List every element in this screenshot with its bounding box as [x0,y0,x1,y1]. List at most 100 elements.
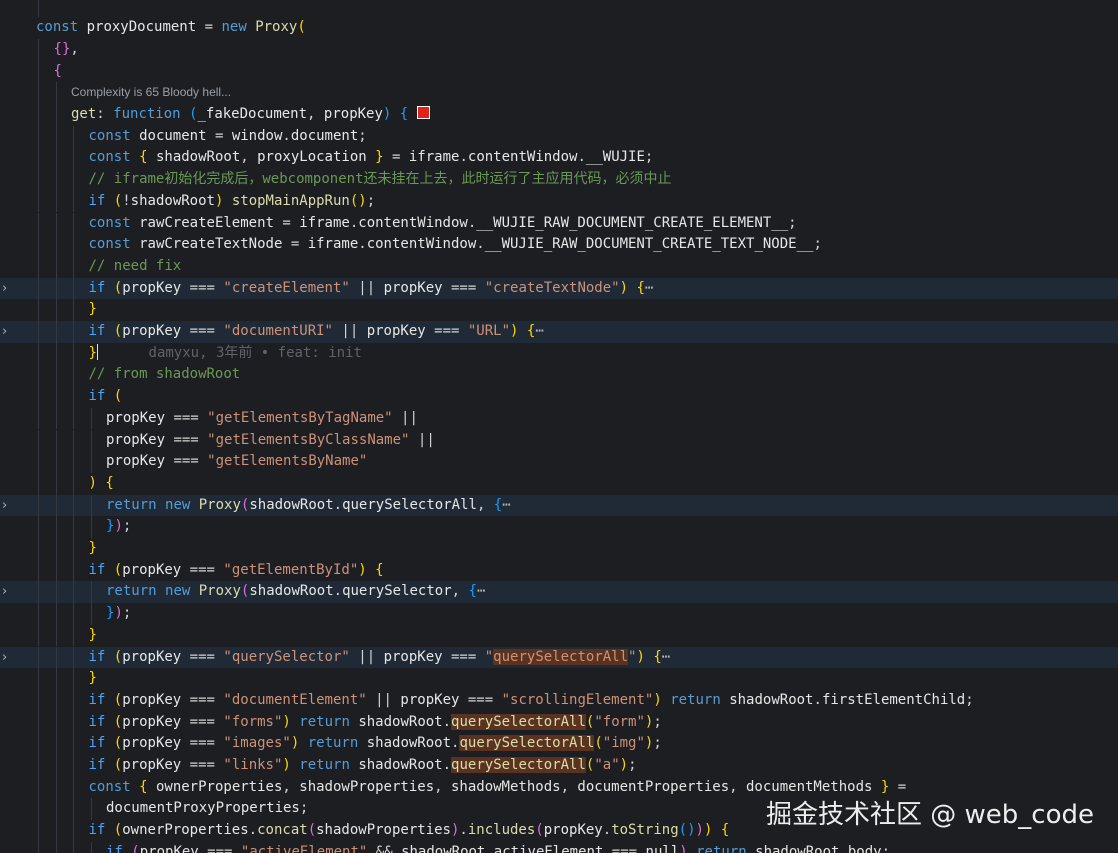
indent-guide [73,668,74,690]
code-line[interactable]: if (propKey === "forms") return shadowRo… [0,711,1118,734]
indent-guide [73,472,74,495]
code-line[interactable]: › return new Proxy(shadowRoot.querySelect… [0,494,1118,517]
indent-guide [73,125,74,148]
code-line[interactable]: if ( [0,386,1118,408]
code-line[interactable]: const rawCreateTextNode = iframe.content… [0,234,1118,256]
code-line[interactable]: // from shadowRoot [0,364,1118,387]
indent-guide [38,841,39,853]
code-line[interactable]: › if (propKey === "createElement" || prop… [0,277,1118,300]
code-line[interactable]: if (propKey === "getElementById") { [0,559,1118,582]
code-line[interactable]: // iframe初始化完成后，webcomponent还未挂在上去，此时运行了… [0,169,1118,191]
code-text: propKey === "getElementsByName" [106,453,368,470]
indent-guide [38,711,39,734]
indent-guide [38,212,39,235]
indent-guide [55,147,57,170]
code-line[interactable]: const document = window.document; [0,125,1118,148]
indent-guide [73,386,74,408]
code-text: if (propKey === "links") return shadowRo… [88,757,637,773]
folded-ellipsis[interactable]: ⋯ [645,280,653,296]
code-text: if ( [88,388,123,405]
indent-guide [55,255,57,278]
code-text: return new Proxy(shadowRoot.querySelecto… [106,496,511,513]
chevron-right-icon[interactable]: › [2,495,14,517]
code-line[interactable]: Complexity is 65 Bloody hell... [0,82,1118,104]
code-line[interactable]: } [0,624,1118,647]
code-text: const rawCreateTextNode = iframe.content… [88,236,822,253]
chevron-right-icon[interactable]: › [2,278,14,300]
code-line[interactable]: propKey === "getElementsByClassName" || [0,429,1118,452]
code-line[interactable]: // need fix [0,255,1118,278]
indent-guide [73,581,74,604]
indent-guide [73,407,74,430]
indent-guide [73,255,74,278]
code-line[interactable] [0,0,1118,18]
code-line[interactable]: › return new Proxy(shadowRoot.querySelect… [0,581,1118,604]
code-text: if (propKey === "activeElement" && shado… [106,843,891,853]
indent-guide [73,364,74,387]
indent-guide [55,321,57,343]
indent-guide [55,668,57,690]
code-line[interactable]: if (propKey === "documentElement" || pro… [0,689,1118,712]
code-line[interactable]: propKey === "getElementsByName" [0,451,1118,473]
code-line[interactable]: get: function (_fakeDocument, propKey) { [0,104,1118,126]
code-text: // iframe初始化完成后，webcomponent还未挂在上去，此时运行了… [88,171,672,188]
indent-guide [55,841,57,853]
chevron-right-icon[interactable]: › [2,581,14,603]
indent-guide [38,82,39,104]
indent-guide [38,755,39,777]
folded-ellipsis[interactable]: ⋯ [477,583,485,599]
code-text: if (propKey === "querySelector" || propK… [88,648,671,665]
chevron-right-icon[interactable]: › [2,647,14,669]
indent-guide [55,603,57,625]
indent-guide [38,516,39,538]
code-line[interactable]: if (propKey === "activeElement" && shado… [0,841,1118,853]
code-line[interactable]: }); [0,603,1118,625]
folded-ellipsis[interactable]: ⋯ [535,323,543,339]
code-line[interactable]: if (propKey === "links") return shadowRo… [0,755,1118,777]
folded-ellipsis[interactable]: ⋯ [662,649,670,665]
indent-guide [55,820,57,842]
code-line[interactable]: if (!shadowRoot) stopMainAppRun(); [0,190,1118,213]
code-line[interactable]: const proxyDocument = new Proxy( [0,17,1118,39]
code-editor[interactable]: const proxyDocument = new Proxy({}, { Comp… [0,0,1118,853]
code-text: {}, [53,40,79,57]
code-line[interactable]: {}, [0,38,1118,61]
indent-guide [90,429,92,452]
code-line[interactable]: ) { [0,472,1118,495]
code-text: } damyxu, 3年前 • feat: init [88,343,362,361]
indent-guide [55,646,57,669]
indent-guide [38,776,39,799]
codelens-complexity[interactable]: Complexity is 65 Bloody hell... [71,85,231,99]
code-line[interactable]: { [0,60,1118,83]
code-text: } [88,301,97,318]
code-text: }); [106,518,132,535]
code-line[interactable]: if (propKey === "images") return shadowR… [0,733,1118,755]
indent-guide [38,798,39,821]
indent-guide [55,190,57,213]
code-line[interactable]: › if (propKey === "querySelector" || prop… [0,646,1118,669]
indent-guide [90,494,92,517]
indent-guide [55,277,57,300]
code-text: if (!shadowRoot) stopMainAppRun(); [88,192,376,209]
code-line[interactable]: } [0,538,1118,560]
chevron-right-icon[interactable]: › [2,321,14,343]
code-line[interactable]: const rawCreateElement = iframe.contentW… [0,212,1118,235]
indent-guide [73,516,74,538]
code-line[interactable]: } [0,299,1118,321]
indent-guide [38,668,39,690]
indent-guide [55,494,57,517]
code-line[interactable]: const { shadowRoot, proxyLocation } = if… [0,147,1118,170]
indent-guide [55,472,57,495]
code-line[interactable]: } [0,668,1118,690]
code-text: } [88,626,97,643]
indent-guide [73,169,74,191]
folded-ellipsis[interactable]: ⋯ [502,497,510,513]
indent-guide [38,190,39,213]
indent-guide [90,407,92,430]
indent-guide [73,755,74,777]
code-line[interactable]: propKey === "getElementsByTagName" || [0,407,1118,430]
code-line[interactable]: › if (propKey === "documentURI" || propKe… [0,321,1118,343]
code-line[interactable]: }); [0,516,1118,538]
code-line[interactable]: } damyxu, 3年前 • feat: init [0,342,1118,365]
code-text: const document = window.document; [88,127,367,144]
